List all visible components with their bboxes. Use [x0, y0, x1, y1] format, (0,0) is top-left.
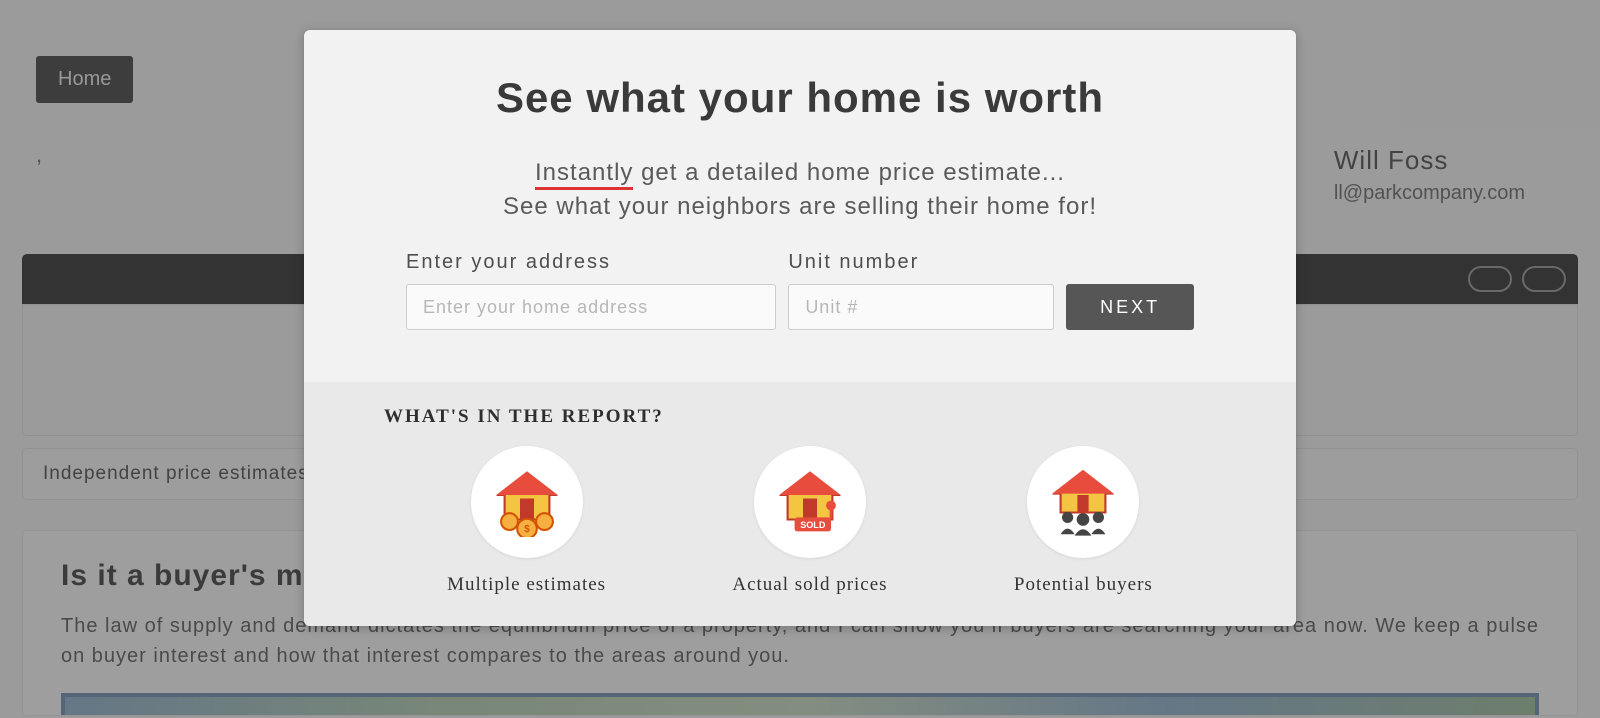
- feature-sold-prices: SOLD Actual sold prices: [732, 446, 887, 596]
- feature-label: Actual sold prices: [732, 574, 887, 596]
- feature-label: Potential buyers: [1014, 574, 1153, 596]
- modal-subtitle: Instantly get a detailed home price esti…: [364, 156, 1236, 223]
- sub-line1-rest: get a detailed home price estimate...: [633, 159, 1065, 186]
- modal-report-section: WHAT'S IN THE REPORT? $: [304, 382, 1296, 626]
- feature-label: Multiple estimates: [447, 574, 606, 596]
- report-heading: WHAT'S IN THE REPORT?: [384, 406, 1216, 428]
- unit-label: Unit number: [788, 251, 1054, 274]
- house-people-icon: [1027, 446, 1139, 558]
- svg-text:SOLD: SOLD: [800, 520, 826, 530]
- modal-top-section: See what your home is worth Instantly ge…: [304, 30, 1296, 382]
- house-sold-icon: SOLD: [754, 446, 866, 558]
- address-input[interactable]: [406, 284, 776, 330]
- feature-potential-buyers: Potential buyers: [1014, 446, 1153, 596]
- unit-input[interactable]: [788, 284, 1054, 330]
- modal-title: See what your home is worth: [364, 74, 1236, 122]
- address-form: Enter your address Unit number . NEXT: [406, 251, 1194, 354]
- feature-multiple-estimates: $ Multiple estimates: [447, 446, 606, 596]
- next-button[interactable]: NEXT: [1066, 284, 1194, 330]
- sub-line2: See what your neighbors are selling thei…: [503, 193, 1097, 220]
- address-label: Enter your address: [406, 251, 776, 274]
- features-row: $ Multiple estimates SOLD: [384, 446, 1216, 596]
- instantly-text: Instantly: [535, 159, 633, 190]
- svg-text:$: $: [524, 524, 530, 535]
- house-coins-icon: $: [471, 446, 583, 558]
- modal-overlay[interactable]: See what your home is worth Instantly ge…: [0, 0, 1600, 718]
- home-worth-modal: See what your home is worth Instantly ge…: [304, 30, 1296, 626]
